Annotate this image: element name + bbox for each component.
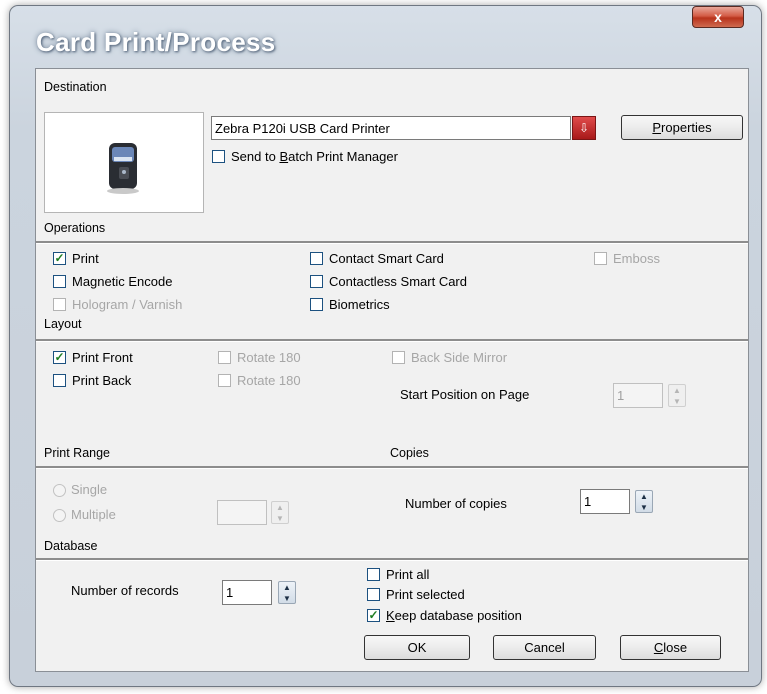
print-selected-label: Print selected xyxy=(386,587,465,602)
checkmark-icon: ✓ xyxy=(368,608,379,622)
start-position-input: 1 xyxy=(613,383,663,408)
contact-smart-card-checkbox[interactable] xyxy=(310,252,323,265)
print-back-label: Print Back xyxy=(72,373,132,388)
chevron-down-icon: ⇩ xyxy=(578,121,590,135)
copies-label: Copies xyxy=(390,446,429,460)
rotate-front-label: Rotate 180 xyxy=(237,350,301,365)
single-radio xyxy=(53,484,66,497)
ok-button[interactable]: OK xyxy=(364,635,470,660)
number-of-copies-spinner[interactable]: ▲ ▼ xyxy=(635,490,653,513)
checkmark-icon: ✓ xyxy=(54,350,65,364)
print-front-checkbox[interactable]: ✓ xyxy=(53,351,66,364)
keep-database-position-label: Keep database position xyxy=(386,608,522,623)
printer-select[interactable]: Zebra P120i USB Card Printer xyxy=(211,116,571,140)
print-checkbox[interactable]: ✓ xyxy=(53,252,66,265)
multiple-count-input xyxy=(217,500,267,525)
number-of-copies-input[interactable]: 1 xyxy=(580,489,630,514)
magnetic-encode-checkbox[interactable] xyxy=(53,275,66,288)
contact-smart-card-label: Contact Smart Card xyxy=(329,251,444,266)
back-side-mirror-label: Back Side Mirror xyxy=(411,350,508,365)
single-label: Single xyxy=(71,482,108,497)
rotate-back-checkbox xyxy=(218,374,231,387)
biometrics-label: Biometrics xyxy=(329,297,390,312)
print-range-label: Print Range xyxy=(44,446,111,460)
layout-label: Layout xyxy=(44,317,82,331)
batch-print-checkbox[interactable] xyxy=(212,150,225,163)
destination-label: Destination xyxy=(44,80,107,94)
number-of-records-input[interactable]: 1 xyxy=(222,580,272,605)
close-icon: x xyxy=(714,9,722,25)
back-side-mirror-checkbox xyxy=(392,351,405,364)
card-printer-icon xyxy=(107,143,139,194)
print-front-label: Print Front xyxy=(72,350,133,365)
rotate-front-checkbox xyxy=(218,351,231,364)
properties-button[interactable]: Properties xyxy=(621,115,743,140)
contactless-smart-card-label: Contactless Smart Card xyxy=(329,274,467,289)
rotate-back-label: Rotate 180 xyxy=(237,373,301,388)
print-label: Print xyxy=(72,251,99,266)
database-divider xyxy=(36,558,748,561)
start-position-label: Start Position on Page xyxy=(400,387,530,402)
multiple-count-spinner: ▲ ▼ xyxy=(271,501,289,524)
contactless-smart-card-checkbox[interactable] xyxy=(310,275,323,288)
operations-divider xyxy=(36,241,748,244)
close-button[interactable]: Close xyxy=(620,635,721,660)
database-label: Database xyxy=(44,539,98,553)
keep-database-position-checkbox[interactable]: ✓ xyxy=(367,609,380,622)
hologram-checkbox xyxy=(53,298,66,311)
biometrics-checkbox[interactable] xyxy=(310,298,323,311)
start-position-spinner: ▲ ▼ xyxy=(668,384,686,407)
multiple-label: Multiple xyxy=(71,507,116,522)
cancel-button[interactable]: Cancel xyxy=(493,635,596,660)
number-of-copies-label: Number of copies xyxy=(405,496,507,511)
operations-label: Operations xyxy=(44,221,106,235)
emboss-label: Emboss xyxy=(613,251,660,266)
print-all-label: Print all xyxy=(386,567,430,582)
number-of-records-label: Number of records xyxy=(71,583,179,598)
print-all-checkbox[interactable] xyxy=(367,568,380,581)
print-back-checkbox[interactable] xyxy=(53,374,66,387)
checkmark-icon: ✓ xyxy=(54,251,65,265)
hologram-label: Hologram / Varnish xyxy=(72,297,183,312)
layout-divider xyxy=(36,339,748,342)
window-title: Card Print/Process xyxy=(36,27,276,57)
number-of-records-spinner[interactable]: ▲ ▼ xyxy=(278,581,296,604)
printer-dropdown-button[interactable]: ⇩ xyxy=(572,116,596,140)
multiple-radio xyxy=(53,509,66,522)
emboss-checkbox xyxy=(594,252,607,265)
magnetic-encode-label: Magnetic Encode xyxy=(72,274,173,289)
print-selected-checkbox[interactable] xyxy=(367,588,380,601)
window-close-button[interactable]: x xyxy=(692,6,744,28)
print-range-divider xyxy=(36,466,748,469)
printer-image xyxy=(44,112,204,213)
batch-print-label: Send to Batch Print Manager xyxy=(231,149,398,164)
